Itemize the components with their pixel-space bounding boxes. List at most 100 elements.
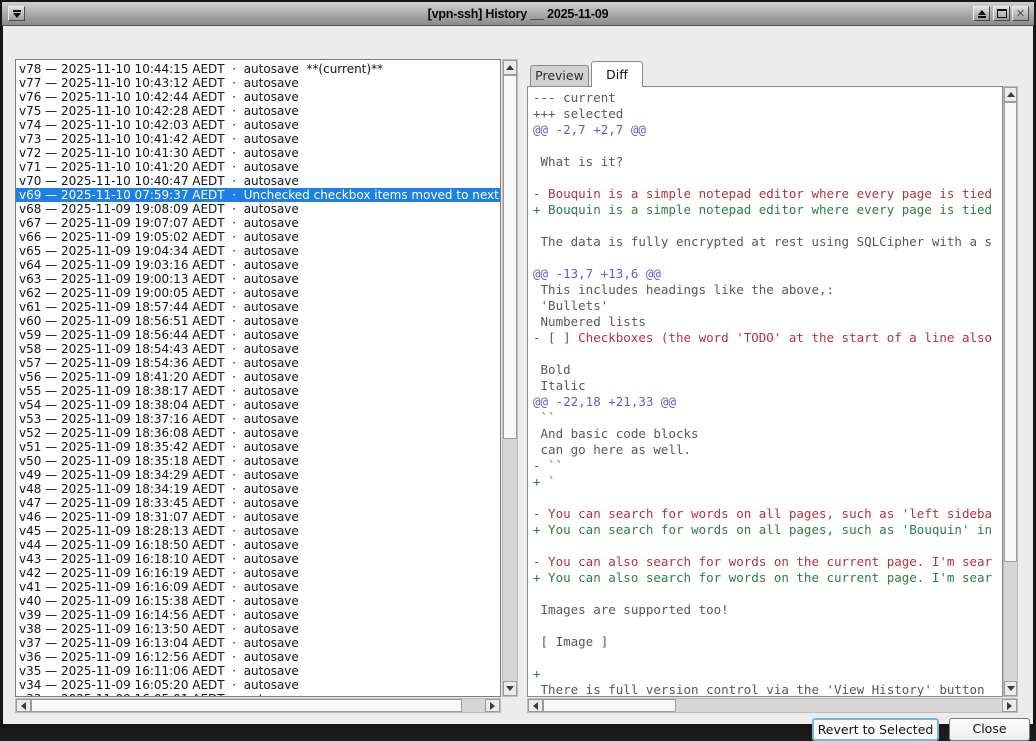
diff-line: + — [533, 666, 1002, 682]
diff-line: - [ ] Checkboxes (the word 'TODO' at the… — [533, 330, 1002, 346]
history-row[interactable]: v72 — 2025-11-10 10:41:30 AEDT · autosav… — [16, 146, 500, 160]
history-vertical-scrollbar[interactable] — [502, 59, 518, 697]
history-row[interactable]: v37 — 2025-11-09 16:13:04 AEDT · autosav… — [16, 636, 500, 650]
close-window-button[interactable]: ✕ — [1012, 6, 1029, 21]
history-vscroll-thumb[interactable] — [503, 75, 517, 439]
diff-line: can go here as well. — [533, 442, 1002, 458]
history-row[interactable]: v76 — 2025-11-10 10:42:44 AEDT · autosav… — [16, 90, 500, 104]
window-menu-icon — [13, 10, 21, 18]
history-row[interactable]: v35 — 2025-11-09 16:11:06 AEDT · autosav… — [16, 664, 500, 678]
diff-vertical-scrollbar[interactable] — [1003, 86, 1018, 697]
history-row[interactable]: v65 — 2025-11-09 19:04:34 AEDT · autosav… — [16, 244, 500, 258]
history-row[interactable]: v73 — 2025-11-10 10:41:42 AEDT · autosav… — [16, 132, 500, 146]
diff-vscroll-thumb[interactable] — [1004, 102, 1017, 562]
diff-line: `` — [533, 410, 1002, 426]
history-row[interactable]: v55 — 2025-11-09 18:38:17 AEDT · autosav… — [16, 384, 500, 398]
history-row[interactable]: v40 — 2025-11-09 16:15:38 AEDT · autosav… — [16, 594, 500, 608]
shade-button[interactable] — [973, 6, 990, 21]
scroll-down-arrow[interactable] — [503, 681, 517, 696]
diff-line: + You can search for words on all pages,… — [533, 522, 1002, 538]
history-row[interactable]: v57 — 2025-11-09 18:54:36 AEDT · autosav… — [16, 356, 500, 370]
diff-line: This includes headings like the above,: — [533, 282, 1002, 298]
history-row[interactable]: v52 — 2025-11-09 18:36:08 AEDT · autosav… — [16, 426, 500, 440]
history-row[interactable]: v69 — 2025-11-10 07:59:37 AEDT · Uncheck… — [16, 188, 500, 202]
scroll-left-arrow[interactable] — [16, 699, 31, 712]
history-row[interactable]: v67 — 2025-11-09 19:07:07 AEDT · autosav… — [16, 216, 500, 230]
history-row[interactable]: v60 — 2025-11-09 18:56:51 AEDT · autosav… — [16, 314, 500, 328]
history-row[interactable]: v64 — 2025-11-09 19:03:16 AEDT · autosav… — [16, 258, 500, 272]
history-row[interactable]: v63 — 2025-11-09 19:00:13 AEDT · autosav… — [16, 272, 500, 286]
diff-line: Numbered lists — [533, 314, 1002, 330]
history-row[interactable]: v48 — 2025-11-09 18:34:19 AEDT · autosav… — [16, 482, 500, 496]
diff-line — [533, 618, 1002, 634]
diff-line: @@ -13,7 +13,6 @@ — [533, 266, 1002, 282]
history-row[interactable]: v36 — 2025-11-09 16:12:56 AEDT · autosav… — [16, 650, 500, 664]
close-icon: ✕ — [1016, 9, 1025, 19]
history-row[interactable]: v78 — 2025-11-10 10:44:15 AEDT · autosav… — [16, 62, 500, 76]
history-row[interactable]: v53 — 2025-11-09 18:37:16 AEDT · autosav… — [16, 412, 500, 426]
tab-diff[interactable]: Diff — [591, 61, 643, 87]
history-row[interactable]: v74 — 2025-11-10 10:42:03 AEDT · autosav… — [16, 118, 500, 132]
diff-line: Bold — [533, 362, 1002, 378]
history-row[interactable]: v54 — 2025-11-09 18:38:04 AEDT · autosav… — [16, 398, 500, 412]
history-row[interactable]: v56 — 2025-11-09 18:41:20 AEDT · autosav… — [16, 370, 500, 384]
diff-horizontal-scrollbar[interactable] — [527, 698, 1018, 713]
history-listbox[interactable]: v78 — 2025-11-10 10:44:15 AEDT · autosav… — [15, 59, 501, 697]
diff-line: + Bouquin is a simple notepad editor whe… — [533, 202, 1002, 218]
history-row[interactable]: v58 — 2025-11-09 18:54:43 AEDT · autosav… — [16, 342, 500, 356]
history-row[interactable]: v33 — 2025-11-09 16:05:01 AEDT · autosav… — [16, 692, 500, 697]
diff-line: 'Bullets' — [533, 298, 1002, 314]
diff-line — [533, 250, 1002, 266]
window-title: [vpn-ssh] History __ 2025-11-09 — [2, 7, 1034, 21]
titlebar[interactable]: [vpn-ssh] History __ 2025-11-09 ✕ — [2, 2, 1034, 26]
history-row[interactable]: v61 — 2025-11-09 18:57:44 AEDT · autosav… — [16, 300, 500, 314]
history-row[interactable]: v38 — 2025-11-09 16:13:50 AEDT · autosav… — [16, 622, 500, 636]
scroll-right-arrow[interactable] — [485, 699, 500, 712]
diff-line: - `` — [533, 458, 1002, 474]
history-row[interactable]: v49 — 2025-11-09 18:34:29 AEDT · autosav… — [16, 468, 500, 482]
history-row[interactable]: v77 — 2025-11-10 10:43:12 AEDT · autosav… — [16, 76, 500, 90]
diff-line — [533, 138, 1002, 154]
diff-line — [533, 586, 1002, 602]
history-row[interactable]: v71 — 2025-11-10 10:41:20 AEDT · autosav… — [16, 160, 500, 174]
history-row[interactable]: v51 — 2025-11-09 18:35:42 AEDT · autosav… — [16, 440, 500, 454]
history-row[interactable]: v39 — 2025-11-09 16:14:56 AEDT · autosav… — [16, 608, 500, 622]
history-row[interactable]: v68 — 2025-11-09 19:08:09 AEDT · autosav… — [16, 202, 500, 216]
history-row[interactable]: v43 — 2025-11-09 16:18:10 AEDT · autosav… — [16, 552, 500, 566]
window-menu-button[interactable] — [8, 6, 25, 21]
history-row[interactable]: v41 — 2025-11-09 16:16:09 AEDT · autosav… — [16, 580, 500, 594]
history-row[interactable]: v46 — 2025-11-09 18:31:07 AEDT · autosav… — [16, 510, 500, 524]
history-row[interactable]: v34 — 2025-11-09 16:05:20 AEDT · autosav… — [16, 678, 500, 692]
history-hscroll-thumb[interactable] — [31, 699, 462, 712]
diff-line: - You can search for words on all pages,… — [533, 506, 1002, 522]
history-row[interactable]: v44 — 2025-11-09 16:18:50 AEDT · autosav… — [16, 538, 500, 552]
history-row[interactable]: v70 — 2025-11-10 10:40:47 AEDT · autosav… — [16, 174, 500, 188]
scroll-up-arrow[interactable] — [1004, 87, 1017, 102]
history-row[interactable]: v66 — 2025-11-09 19:05:02 AEDT · autosav… — [16, 230, 500, 244]
diff-line: + You can also search for words on the c… — [533, 570, 1002, 586]
diff-line: The data is fully encrypted at rest usin… — [533, 234, 1002, 250]
history-row[interactable]: v75 — 2025-11-10 10:42:28 AEDT · autosav… — [16, 104, 500, 118]
history-horizontal-scrollbar[interactable] — [15, 698, 501, 713]
diff-line: @@ -22,18 +21,33 @@ — [533, 394, 1002, 410]
maximize-button[interactable] — [993, 6, 1010, 21]
close-button[interactable]: Close — [949, 718, 1030, 741]
diff-line — [533, 218, 1002, 234]
scroll-left-arrow[interactable] — [528, 699, 543, 712]
revert-to-selected-button[interactable]: Revert to Selected — [812, 718, 939, 741]
history-row[interactable]: v45 — 2025-11-09 18:28:13 AEDT · autosav… — [16, 524, 500, 538]
history-row[interactable]: v42 — 2025-11-09 16:16:19 AEDT · autosav… — [16, 566, 500, 580]
scroll-down-arrow[interactable] — [1004, 681, 1017, 696]
diff-line: - Bouquin is a simple notepad editor whe… — [533, 186, 1002, 202]
tab-preview[interactable]: Preview — [530, 65, 589, 86]
history-row[interactable]: v50 — 2025-11-09 18:35:18 AEDT · autosav… — [16, 454, 500, 468]
diff-line: --- current — [533, 90, 1002, 106]
scroll-right-arrow[interactable] — [1002, 699, 1017, 712]
scroll-up-arrow[interactable] — [503, 60, 517, 75]
diff-hscroll-thumb[interactable] — [543, 699, 676, 712]
history-row[interactable]: v59 — 2025-11-09 18:56:44 AEDT · autosav… — [16, 328, 500, 342]
diff-line: +++ selected — [533, 106, 1002, 122]
diff-line: What is it? — [533, 154, 1002, 170]
history-row[interactable]: v47 — 2025-11-09 18:33:45 AEDT · autosav… — [16, 496, 500, 510]
history-row[interactable]: v62 — 2025-11-09 19:00:05 AEDT · autosav… — [16, 286, 500, 300]
